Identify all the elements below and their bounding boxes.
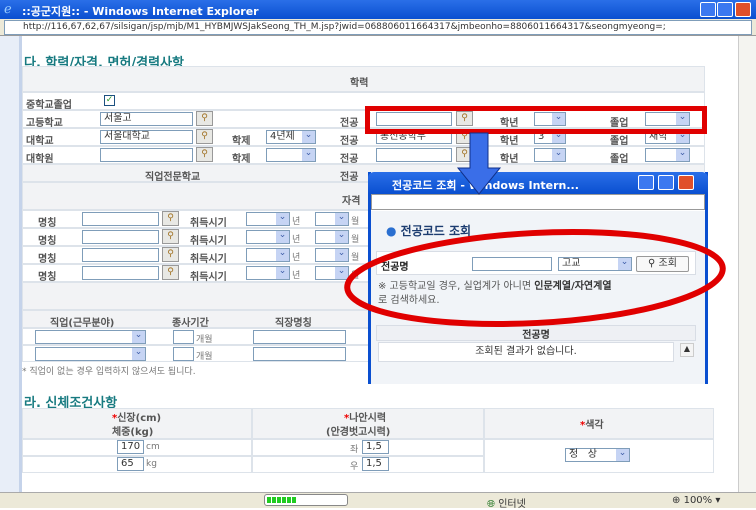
annotation-arrow	[456, 132, 502, 195]
annotation-overlay	[344, 132, 726, 328]
zoom-control[interactable]: ⊕ 100% ▾	[672, 495, 720, 506]
annotation-red-ellipse	[344, 228, 726, 328]
globe-icon: 🌐︎	[487, 499, 495, 510]
zoom-icon: ⊕	[672, 495, 681, 506]
status-bar	[0, 492, 756, 508]
progress-bar	[264, 494, 348, 506]
